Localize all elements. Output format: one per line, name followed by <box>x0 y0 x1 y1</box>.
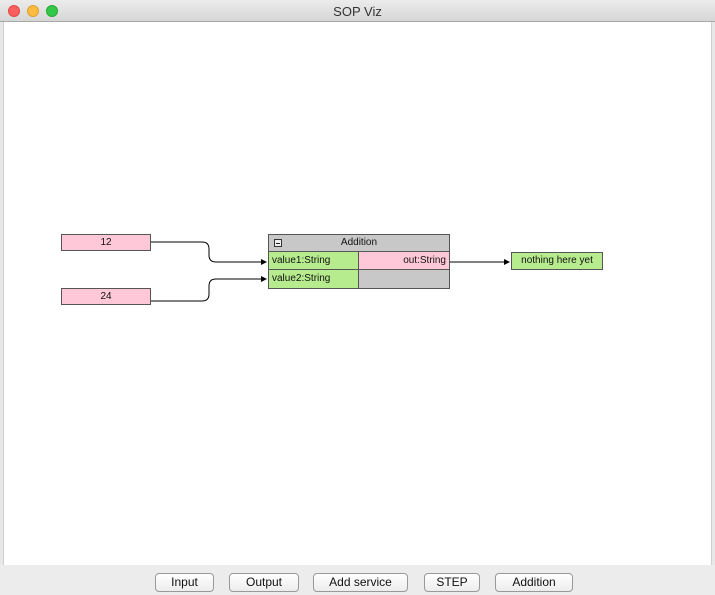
graph-canvas[interactable]: 12 24 Addition value1:String out:String … <box>3 22 712 565</box>
empty-port-slot <box>359 270 449 288</box>
input-button[interactable]: Input <box>155 573 214 592</box>
addition-button[interactable]: Addition <box>495 573 573 592</box>
input-node[interactable]: 24 <box>61 288 151 305</box>
service-header[interactable]: Addition <box>269 235 449 252</box>
output-button[interactable]: Output <box>229 573 299 592</box>
step-button[interactable]: STEP <box>424 573 480 592</box>
wire-input1-to-value1 <box>151 241 267 265</box>
input-port-value1[interactable]: value1:String <box>269 252 359 270</box>
service-title: Addition <box>340 237 378 248</box>
input-port-value2[interactable]: value2:String <box>269 270 359 288</box>
add-service-button[interactable]: Add service <box>313 573 408 592</box>
wire-input2-to-value2 <box>151 276 267 302</box>
window-titlebar[interactable]: SOP Viz <box>0 0 715 22</box>
output-port-out[interactable]: out:String <box>359 252 449 270</box>
bottom-toolbar: Input Output Add service STEP Addition <box>0 565 715 595</box>
output-node[interactable]: nothing here yet <box>511 252 603 270</box>
input-node[interactable]: 12 <box>61 234 151 251</box>
window-title: SOP Viz <box>333 4 382 19</box>
service-node-addition[interactable]: Addition value1:String out:String value2… <box>268 234 450 289</box>
